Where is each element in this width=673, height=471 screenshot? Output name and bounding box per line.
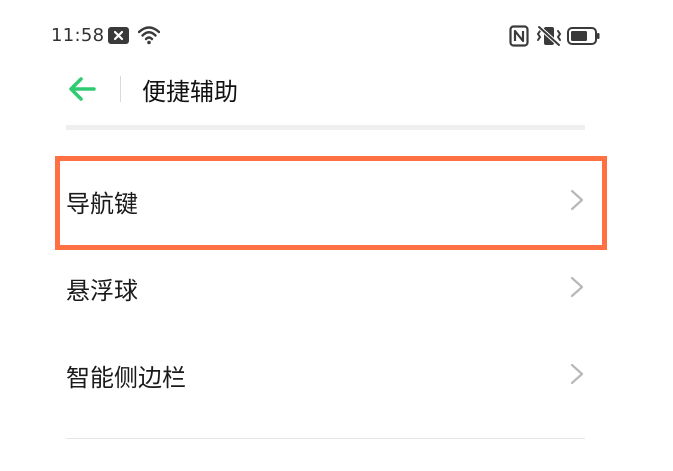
chevron-right-icon bbox=[570, 363, 584, 385]
chevron-right-icon bbox=[570, 189, 584, 211]
chevron-right-icon bbox=[570, 276, 584, 298]
list-item-label: 悬浮球 bbox=[66, 277, 138, 305]
nfc-icon bbox=[509, 25, 529, 47]
list-item-navigation-keys[interactable]: 导航键 bbox=[0, 157, 673, 244]
wifi-icon bbox=[138, 26, 160, 45]
notification-x-icon bbox=[108, 27, 129, 44]
back-button[interactable] bbox=[64, 72, 104, 106]
status-time: 11:58 bbox=[51, 25, 105, 46]
settings-list: 导航键 悬浮球 智能侧边栏 bbox=[0, 157, 673, 418]
title-bar: 便捷辅助 bbox=[0, 60, 673, 120]
bottom-divider bbox=[66, 438, 585, 439]
vibrate-silent-icon bbox=[536, 25, 562, 47]
section-divider bbox=[66, 125, 585, 130]
battery-icon bbox=[567, 27, 600, 45]
list-item-label: 智能侧边栏 bbox=[66, 364, 186, 392]
list-item-smart-sidebar[interactable]: 智能侧边栏 bbox=[0, 331, 673, 418]
arrow-left-icon bbox=[69, 77, 96, 101]
list-item-label: 导航键 bbox=[66, 190, 138, 218]
list-item-floating-ball[interactable]: 悬浮球 bbox=[0, 244, 673, 331]
page-title: 便捷辅助 bbox=[142, 78, 238, 106]
title-divider bbox=[120, 76, 121, 102]
